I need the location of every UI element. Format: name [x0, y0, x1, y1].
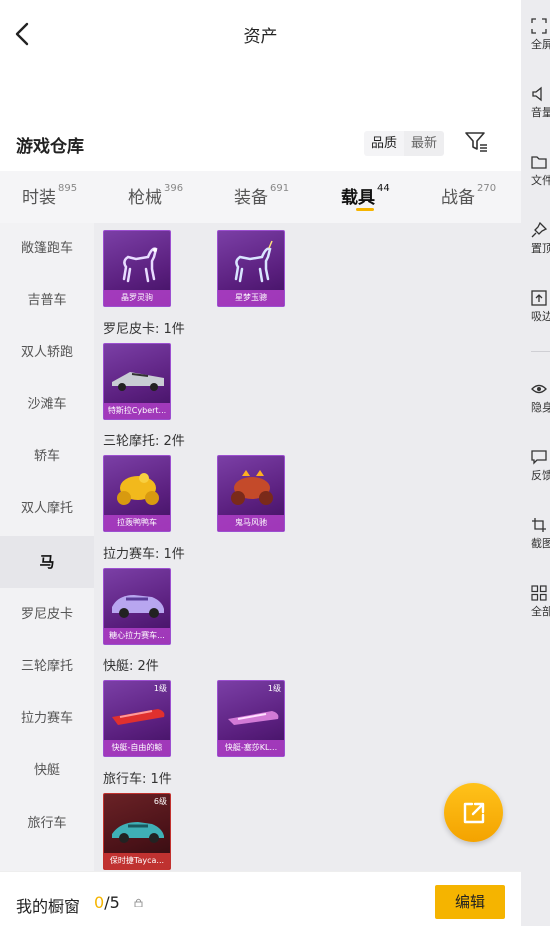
fullscreen-icon	[531, 18, 547, 34]
side-divider	[531, 351, 550, 352]
tab-vehicles[interactable]: 载具 44	[341, 183, 390, 208]
category-jeep[interactable]: 吉普车	[0, 275, 94, 327]
item-name: 拉轰鸭鸭车	[104, 515, 170, 531]
rally-car-image	[112, 595, 164, 618]
share-external-icon	[463, 802, 485, 824]
speaker-icon	[532, 86, 542, 102]
grid-icon	[531, 585, 547, 601]
item-card[interactable]: 1级 快艇-自由的鲸	[103, 680, 171, 757]
category-pickup[interactable]: 罗尼皮卡	[0, 589, 94, 641]
tab-guns[interactable]: 枪械 396	[128, 183, 183, 208]
category-rally[interactable]: 拉力赛车	[0, 693, 94, 745]
item-name: 保时捷Tayca...	[104, 853, 170, 869]
share-button[interactable]	[444, 783, 503, 842]
tab-fashion[interactable]: 时装 895	[22, 183, 77, 208]
category-horse[interactable]: 马	[0, 536, 94, 588]
chat-bubble-icon	[531, 450, 547, 465]
volume-button[interactable]: 音量	[531, 86, 550, 126]
fullscreen-button[interactable]: 全屏	[531, 18, 550, 58]
section-header-pickup: 罗尼皮卡: 1件	[103, 322, 185, 337]
category-trike[interactable]: 三轮摩托	[0, 641, 94, 693]
showcase-label: 我的橱窗	[16, 897, 81, 916]
section-header-boat: 快艇: 2件	[103, 659, 159, 674]
app-window: 资产 游戏仓库 品质 最新 时装 895 枪械 396 装备 691 载具 44 战备 2…	[0, 0, 521, 926]
active-tab-indicator	[356, 208, 374, 211]
tab-supplies[interactable]: 战备 270	[441, 183, 496, 208]
page-title: 资产	[243, 27, 278, 47]
sort-quality-button[interactable]: 品质	[364, 131, 405, 156]
category-buggy[interactable]: 沙滩车	[0, 379, 94, 431]
item-name: 晶罗灵驹	[104, 290, 170, 306]
edit-button[interactable]: 编辑	[435, 885, 505, 919]
horse-image	[122, 247, 158, 283]
item-card[interactable]: 拉轰鸭鸭车	[103, 455, 171, 532]
showcase-count: 0/5	[94, 893, 120, 912]
item-name: 鬼马风驰	[218, 515, 284, 531]
category-boat[interactable]: 快艇	[0, 745, 94, 797]
screenshot-button[interactable]: 截图	[531, 517, 550, 557]
item-grid: 晶罗灵驹 星梦玉骢 罗尼皮卡: 1件 特斯拉Cybert... 三轮摩托: 2件…	[94, 223, 521, 871]
folder-icon	[531, 156, 547, 169]
truck-image	[112, 372, 164, 391]
files-button[interactable]: 文件	[531, 154, 550, 194]
category-motorcycle[interactable]: 双人摩托	[0, 483, 94, 535]
item-card[interactable]: 鬼马风驰	[217, 455, 285, 532]
snap-edge-button[interactable]: 吸边	[531, 290, 550, 330]
feedback-button[interactable]: 反馈	[531, 449, 550, 489]
item-card[interactable]: 晶罗灵驹	[103, 230, 171, 307]
sports-car-image	[112, 822, 164, 843]
item-card[interactable]: 糖心拉力赛车...	[103, 568, 171, 645]
sort-latest-button[interactable]: 最新	[404, 131, 445, 156]
showcase-bar: 我的橱窗 0/5 编辑	[0, 871, 521, 926]
ghost-trike-image	[231, 470, 273, 505]
duck-trike-image	[117, 473, 159, 505]
item-name: 星梦玉骢	[218, 290, 284, 306]
item-name: 快艇-塞莎KL...	[218, 740, 284, 756]
pin-icon	[531, 222, 547, 238]
lock-icon	[134, 898, 143, 907]
item-name: 特斯拉Cybert...	[104, 403, 170, 419]
category-coupe[interactable]: 双人轿跑	[0, 327, 94, 379]
item-card[interactable]: 星梦玉骢	[217, 230, 285, 307]
category-sedan[interactable]: 轿车	[0, 431, 94, 483]
crop-icon	[532, 518, 546, 532]
unicorn-image	[234, 240, 273, 283]
boat-image	[112, 709, 165, 725]
top-bar: 资产	[0, 0, 521, 68]
item-name: 糖心拉力赛车...	[104, 628, 170, 644]
all-apps-button[interactable]: 全部	[531, 585, 550, 625]
tab-equipment[interactable]: 装备 691	[234, 183, 289, 208]
item-name: 快艇-自由的鲸	[104, 740, 170, 756]
boat-image	[228, 711, 279, 725]
item-card[interactable]: 特斯拉Cybert...	[103, 343, 171, 420]
section-header-trike: 三轮摩托: 2件	[103, 434, 185, 449]
hide-button[interactable]: 隐身	[531, 381, 550, 421]
vehicle-category-list: 敞篷跑车 吉普车 双人轿跑 沙滩车 轿车 双人摩托 马 罗尼皮卡 三轮摩托 拉力…	[0, 223, 94, 871]
filter-button[interactable]	[464, 130, 488, 154]
section-header-rally: 拉力赛车: 1件	[103, 547, 185, 562]
category-convertible[interactable]: 敞篷跑车	[0, 223, 94, 275]
item-card[interactable]: 6级 保时捷Tayca...	[103, 793, 171, 870]
warehouse-title: 游戏仓库	[16, 137, 84, 157]
filter-icon	[465, 132, 487, 152]
side-toolbar: 全屏 音量 文件 置顶 吸边 隐身 反馈 截图 全部	[521, 0, 550, 926]
eye-icon	[531, 384, 547, 394]
category-travel[interactable]: 旅行车	[0, 798, 94, 850]
category-tabs: 时装 895 枪械 396 装备 691 载具 44 战备 270	[0, 171, 521, 223]
pin-top-button[interactable]: 置顶	[531, 222, 550, 262]
sort-toggle: 品质 最新	[364, 131, 445, 156]
item-card[interactable]: 1级 快艇-塞莎KL...	[217, 680, 285, 757]
snap-edge-icon	[531, 290, 547, 306]
section-header-travel: 旅行车: 1件	[103, 772, 172, 787]
